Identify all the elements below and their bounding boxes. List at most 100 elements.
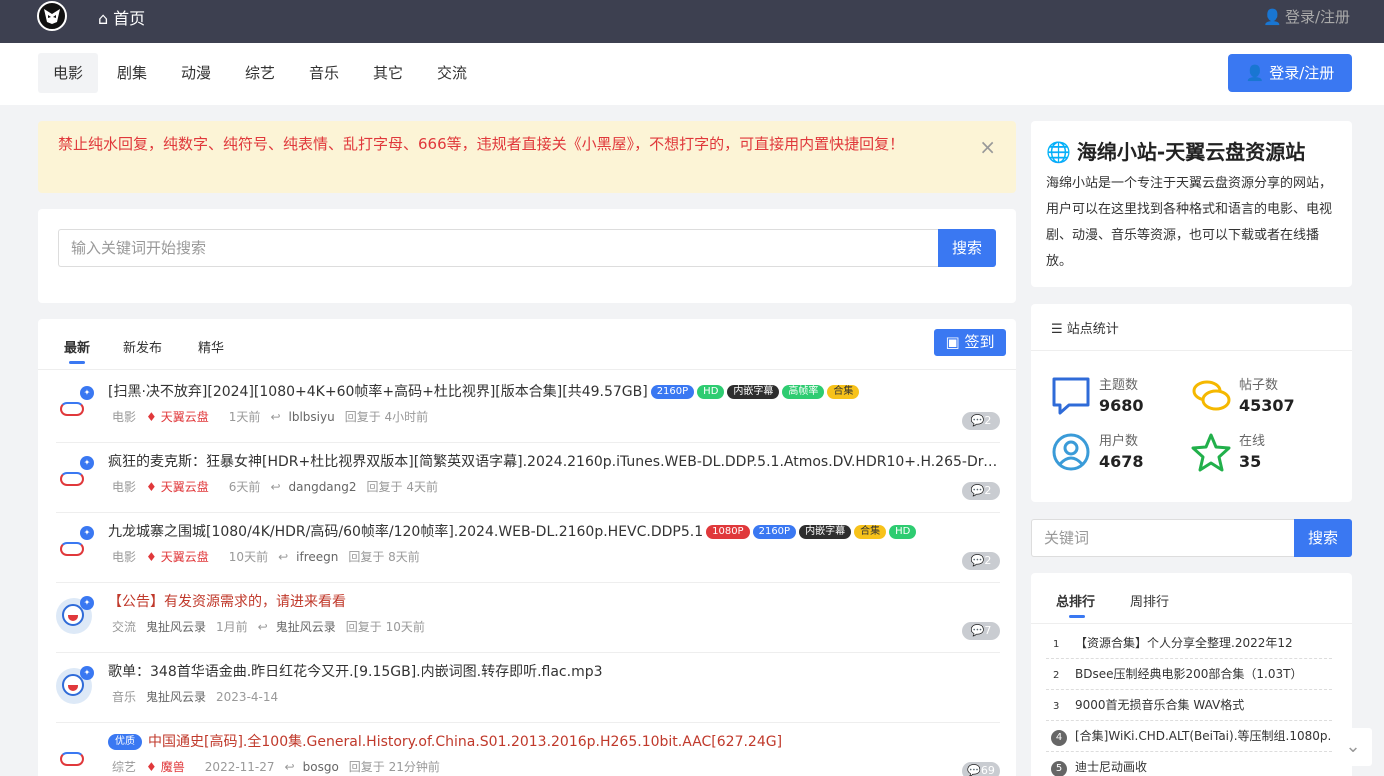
user-plus-icon: 👤 [1263, 8, 1282, 26]
close-icon[interactable]: × [979, 135, 996, 159]
thread-row[interactable]: 优质 中国通史[高码].全100集.General.History.of.Chin… [38, 723, 1016, 776]
thread-meta: 电影 ♦ 天翼云盘 10天前 ↩ ifreegn 回复于 8天前 [112, 548, 430, 565]
notice-text: 禁止纯水回复，纯数字、纯符号、纯表情、乱打字母、666等，违规者直接关《小黑屋》… [58, 135, 905, 153]
tab-featured[interactable]: 精华 [198, 337, 224, 356]
rank-item[interactable]: 1 【资源合集】个人分享全整理.2022年12 [1046, 628, 1332, 659]
search-input[interactable]: 输入关键词开始搜索 [58, 229, 938, 267]
badge: 内嵌字幕 [727, 385, 780, 399]
thread-author[interactable]: 鬼扯风云录 [146, 690, 206, 704]
quality-tag: 优质 [108, 734, 142, 750]
user-circle-icon [1052, 433, 1090, 471]
nav-item-music[interactable]: 音乐 [294, 53, 354, 93]
server-icon: ☰ [1051, 322, 1067, 337]
tab-total-rank[interactable]: 总排行 [1056, 591, 1095, 618]
home-link[interactable]: ⌂ 首页 [98, 5, 145, 29]
thread-row[interactable]: ✦ [扫黑·决不放弃][2024][1080+4K+60帧率+高码+杜比视界][… [38, 373, 1016, 443]
thread-category[interactable]: 电影 [112, 550, 136, 564]
thread-source[interactable]: ♦ 天翼云盘 [146, 480, 219, 494]
reply-icon: ↩ [270, 480, 281, 494]
thread-title[interactable]: 九龙城寨之围城[1080/4K/HDR/高码/60帧率/120帧率].2024.… [108, 522, 1000, 542]
side-search: 关键词 搜索 [1031, 519, 1352, 557]
side-search-button[interactable]: 搜索 [1294, 519, 1352, 557]
thread-row[interactable]: ✦ 疯狂的麦克斯：狂暴女神[HDR+杜比视界双版本][简繁英双语字幕].2024… [38, 443, 1016, 513]
login-register-button[interactable]: 👤 登录/注册 [1228, 54, 1352, 92]
badge: 内嵌字幕 [799, 525, 852, 539]
chevron-down-icon[interactable]: ⌄ [1334, 728, 1372, 766]
thread-last-user[interactable]: 鬼扯风云录 [276, 620, 336, 634]
nav-item-series[interactable]: 剧集 [102, 53, 162, 93]
category-nav: 电影 剧集 动漫 综艺 音乐 其它 交流 👤 登录/注册 [0, 43, 1384, 105]
thread-title[interactable]: 歌单：348首华语金曲.昨日红花今又开.[9.15GB].内嵌词图.转存即听.f… [108, 662, 1000, 682]
pin-icon: ✦ [80, 666, 94, 680]
comments-icon [1192, 380, 1231, 411]
thread-author[interactable]: 鬼扯风云录 [146, 620, 206, 634]
rank-item[interactable]: 3 9000首无损音乐合集 WAV格式 [1046, 690, 1332, 721]
badge: 合集 [854, 525, 887, 539]
search-button[interactable]: 搜索 [938, 229, 996, 267]
thread-reply-time: 回复于 10天前 [345, 620, 425, 634]
thread-row[interactable]: ✦ 【公告】有发资源需求的，请进来看看 交流 鬼扯风云录 1月前 ↩ 鬼扯风云录 回复于 … [38, 583, 1016, 653]
nav-item-discuss[interactable]: 交流 [422, 53, 482, 93]
thread-last-user[interactable]: dangdang2 [289, 480, 357, 494]
reply-count: 💬2 [962, 412, 1000, 430]
pin-icon: ✦ [80, 526, 94, 540]
nav-item-variety[interactable]: 综艺 [230, 53, 290, 93]
site-logo[interactable] [37, 1, 67, 31]
site-description: 海绵小站是一个专注于天翼云盘资源分享的网站，用户可以在这里找到各种格式和语言的电… [1046, 176, 1333, 269]
reply-icon: ↩ [284, 760, 295, 774]
nav-item-movie[interactable]: 电影 [38, 53, 99, 93]
tab-new[interactable]: 新发布 [123, 337, 162, 356]
diamond-icon: ♦ [146, 410, 157, 424]
side-search-input[interactable]: 关键词 [1031, 519, 1294, 557]
notice-banner: 禁止纯水回复，纯数字、纯符号、纯表情、乱打字母、666等，违规者直接关《小黑屋》… [38, 121, 1016, 193]
thread-source[interactable]: ♦ 魔兽 [146, 760, 195, 774]
stat-users: 用户数 4678 [1051, 430, 1191, 476]
site-title: 🌐 海绵小站-天翼云盘资源站 [1046, 140, 1306, 164]
thread-category[interactable]: 音乐 [112, 690, 136, 704]
badge: HD [697, 385, 725, 399]
star-icon [1191, 433, 1231, 472]
rank-item[interactable]: 5 迪士尼动画收 [1046, 752, 1332, 776]
comment-icon: 💬 [970, 484, 985, 497]
tab-weekly-rank[interactable]: 周排行 [1130, 591, 1169, 610]
search-card: 输入关键词开始搜索 搜索 [38, 209, 1016, 303]
thread-reply-time: 回复于 4小时前 [344, 410, 429, 424]
thread-last-user[interactable]: bosgo [303, 760, 339, 774]
thread-row[interactable]: ✦ 歌单：348首华语金曲.昨日红花今又开.[9.15GB].内嵌词图.转存即听… [38, 653, 1016, 723]
thread-title[interactable]: [扫黑·决不放弃][2024][1080+4K+60帧率+高码+杜比视界][版本… [108, 382, 1000, 402]
rank-item[interactable]: 4 [合集]WiKi.CHD.ALT(BeiTai).等压制组.1080p. [1046, 721, 1332, 752]
stat-posts: 帖子数 45307 [1191, 374, 1331, 420]
thread-category[interactable]: 交流 [112, 620, 136, 634]
thread-time: 6天前 [228, 480, 261, 494]
thread-meta: 电影 ♦ 天翼云盘 1天前 ↩ lblbsiyu 回复于 4小时前 [112, 408, 438, 425]
thread-time: 1天前 [228, 410, 261, 424]
thread-row[interactable]: ✦ 九龙城寨之围城[1080/4K/HDR/高码/60帧率/120帧率].202… [38, 513, 1016, 583]
badge: 合集 [827, 385, 860, 399]
thread-category[interactable]: 电影 [112, 480, 136, 494]
tab-latest[interactable]: 最新 [64, 337, 90, 364]
thread-title[interactable]: 疯狂的麦克斯：狂暴女神[HDR+杜比视界双版本][简繁英双语字幕].2024.2… [108, 452, 1000, 472]
rank-item[interactable]: 2 BDsee压制经典电影200部合集（1.03T） [1046, 659, 1332, 690]
thread-time: 2023-4-14 [216, 690, 279, 704]
comment-icon: 💬 [970, 624, 985, 637]
comment-icon: 💬 [970, 414, 985, 427]
site-stats-card: ☰ 站点统计 主题数 9680 帖子数 45307 用户数 4678 在线 35 [1031, 304, 1352, 502]
thread-last-user[interactable]: ifreegn [296, 550, 338, 564]
thread-last-user[interactable]: lblbsiyu [289, 410, 335, 424]
reply-icon: ↩ [257, 620, 268, 634]
sign-in-button[interactable]: ▣ 签到 [934, 329, 1006, 356]
thread-title[interactable]: 【公告】有发资源需求的，请进来看看 [108, 592, 1000, 612]
thread-source[interactable]: ♦ 天翼云盘 [146, 410, 219, 424]
diamond-icon: ♦ [146, 760, 157, 774]
badge: 2160P [752, 525, 797, 539]
reply-count: 💬7 [962, 622, 1000, 640]
top-login-link[interactable]: 👤 登录/注册 [1263, 6, 1350, 27]
thread-source[interactable]: ♦ 天翼云盘 [146, 550, 219, 564]
avatar [56, 738, 92, 774]
thread-title[interactable]: 优质 中国通史[高码].全100集.General.History.of.Chin… [108, 732, 1000, 752]
home-icon: ⌂ [98, 9, 109, 28]
thread-category[interactable]: 电影 [112, 410, 136, 424]
nav-item-other[interactable]: 其它 [358, 53, 418, 93]
nav-item-anime[interactable]: 动漫 [166, 53, 226, 93]
thread-category[interactable]: 综艺 [112, 760, 136, 774]
